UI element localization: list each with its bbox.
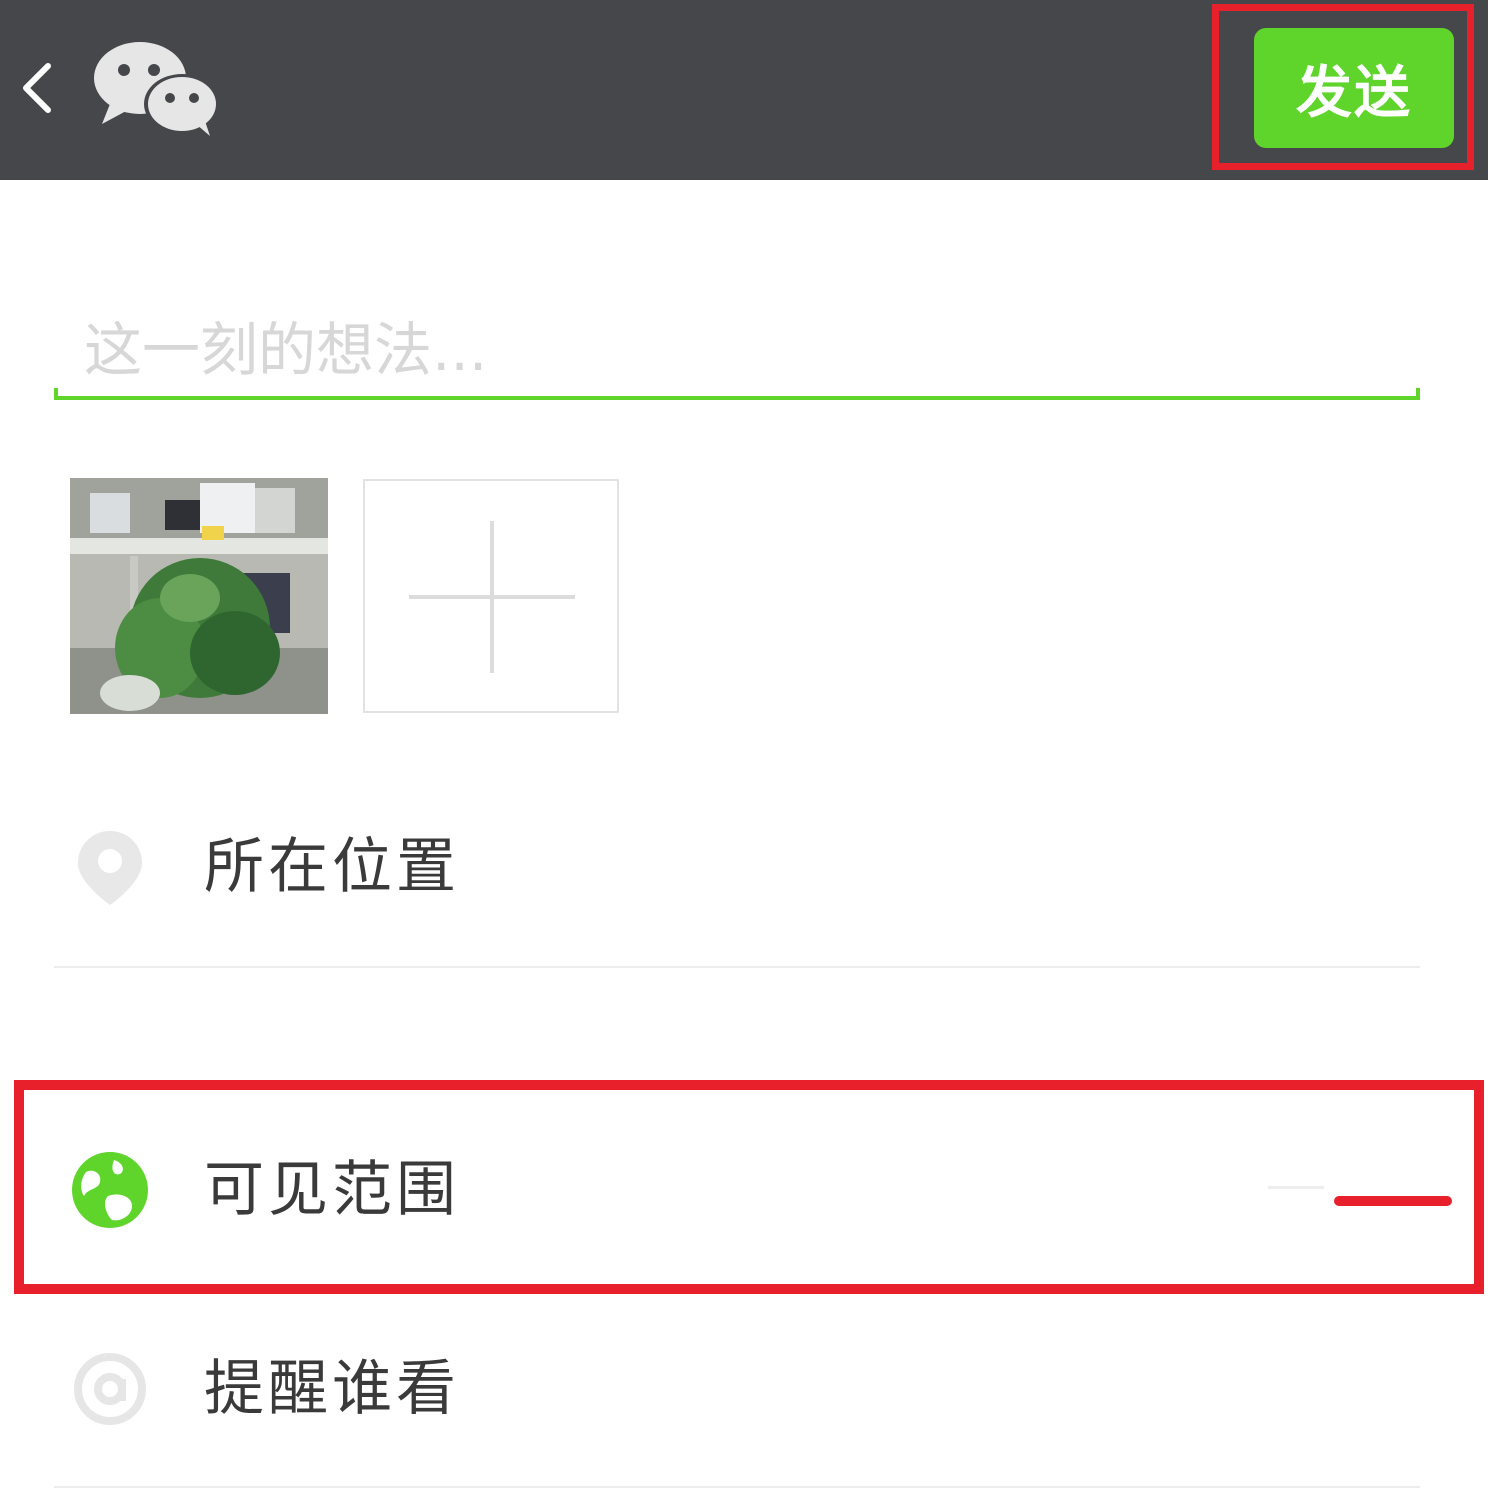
location-label: 所在位置 bbox=[204, 832, 460, 902]
remind-label: 提醒谁看 bbox=[204, 1354, 460, 1424]
add-photo-button[interactable] bbox=[363, 479, 619, 713]
divider bbox=[54, 966, 1420, 968]
thought-input[interactable] bbox=[56, 300, 1420, 400]
attached-photo[interactable] bbox=[70, 478, 328, 714]
wechat-logo-icon bbox=[92, 38, 222, 138]
input-underline bbox=[54, 388, 1420, 400]
chevron-left-icon bbox=[23, 63, 51, 113]
send-button[interactable]: 发送 bbox=[1254, 28, 1454, 148]
back-button[interactable] bbox=[18, 56, 58, 120]
location-pin-icon bbox=[70, 827, 150, 907]
divider bbox=[54, 1486, 1420, 1488]
at-sign-icon bbox=[70, 1349, 150, 1429]
visibility-highlight bbox=[14, 1080, 1484, 1294]
location-option[interactable]: 所在位置 bbox=[54, 792, 1420, 942]
remind-option[interactable]: 提醒谁看 bbox=[54, 1314, 1420, 1464]
